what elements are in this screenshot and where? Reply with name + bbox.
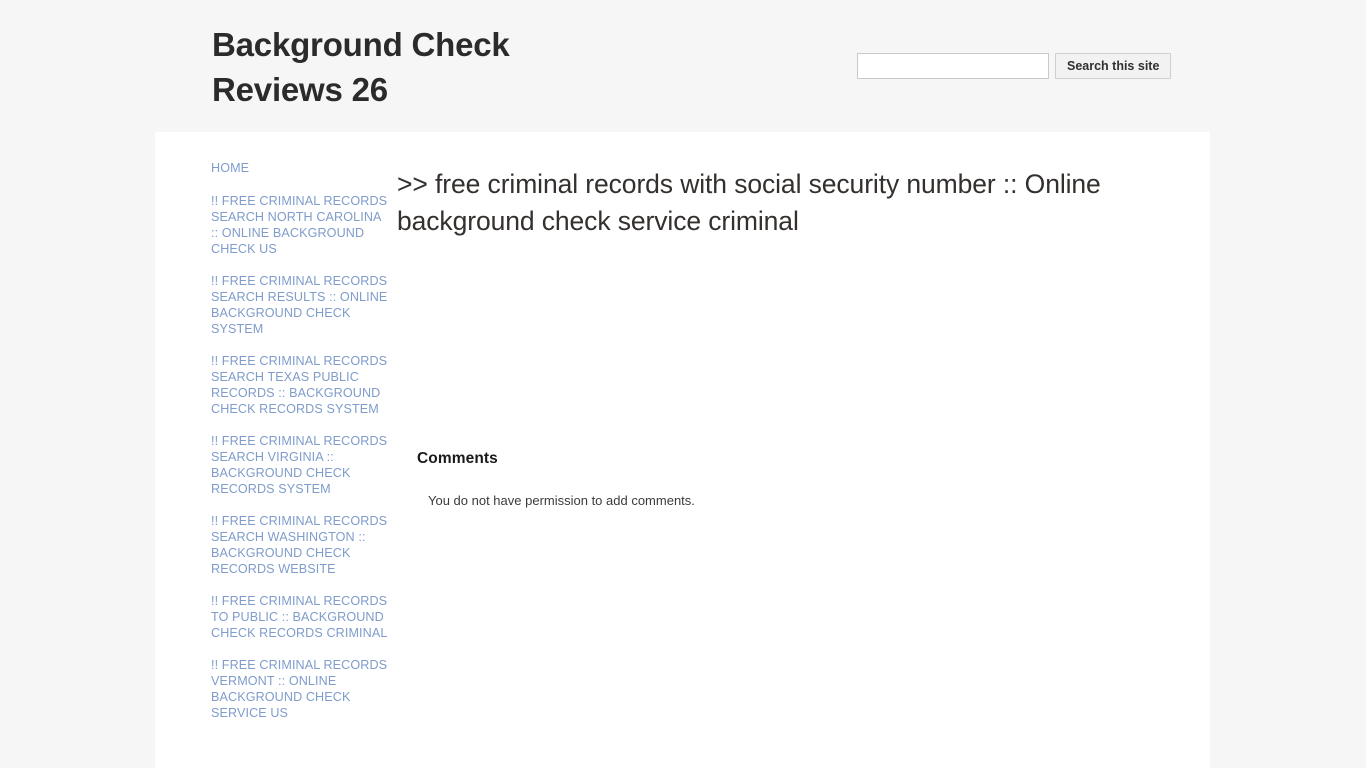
sidebar-navigation: HOME !! FREE CRIMINAL RECORDS SEARCH NOR… (211, 160, 391, 737)
sidebar-item-records-to-public[interactable]: !! FREE CRIMINAL RECORDS TO PUBLIC :: BA… (211, 593, 391, 641)
site-search: Search this site (857, 53, 1172, 79)
comments-heading: Comments (417, 450, 498, 467)
post-body (397, 240, 1157, 432)
sidebar-item-search-results[interactable]: !! FREE CRIMINAL RECORDS SEARCH RESULTS … (211, 273, 391, 337)
sidebar-item-virginia[interactable]: !! FREE CRIMINAL RECORDS SEARCH VIRGINIA… (211, 433, 391, 497)
main-content: >> free criminal records with social sec… (397, 166, 1157, 432)
sidebar-item-texas[interactable]: !! FREE CRIMINAL RECORDS SEARCH TEXAS PU… (211, 353, 391, 417)
sidebar-item-washington[interactable]: !! FREE CRIMINAL RECORDS SEARCH WASHINGT… (211, 513, 391, 577)
site-title: Background Check Reviews 26 (212, 26, 510, 108)
site-header: Background Check Reviews 26 Search this … (0, 0, 1366, 132)
page-root: Background Check Reviews 26 Search this … (0, 0, 1366, 768)
sidebar-item-vermont[interactable]: !! FREE CRIMINAL RECORDS VERMONT :: ONLI… (211, 657, 391, 721)
search-input[interactable] (857, 53, 1049, 79)
search-submit-button[interactable]: Search this site (1055, 53, 1172, 79)
sidebar-item-home[interactable]: HOME (211, 160, 391, 176)
comments-section: Comments You do not have permission to a… (417, 450, 1137, 510)
page-title: >> free criminal records with social sec… (397, 169, 1101, 236)
comments-permission-note: You do not have permission to add commen… (428, 493, 695, 508)
content-container: HOME !! FREE CRIMINAL RECORDS SEARCH NOR… (155, 132, 1210, 768)
sidebar-item-north-carolina[interactable]: !! FREE CRIMINAL RECORDS SEARCH NORTH CA… (211, 193, 391, 257)
